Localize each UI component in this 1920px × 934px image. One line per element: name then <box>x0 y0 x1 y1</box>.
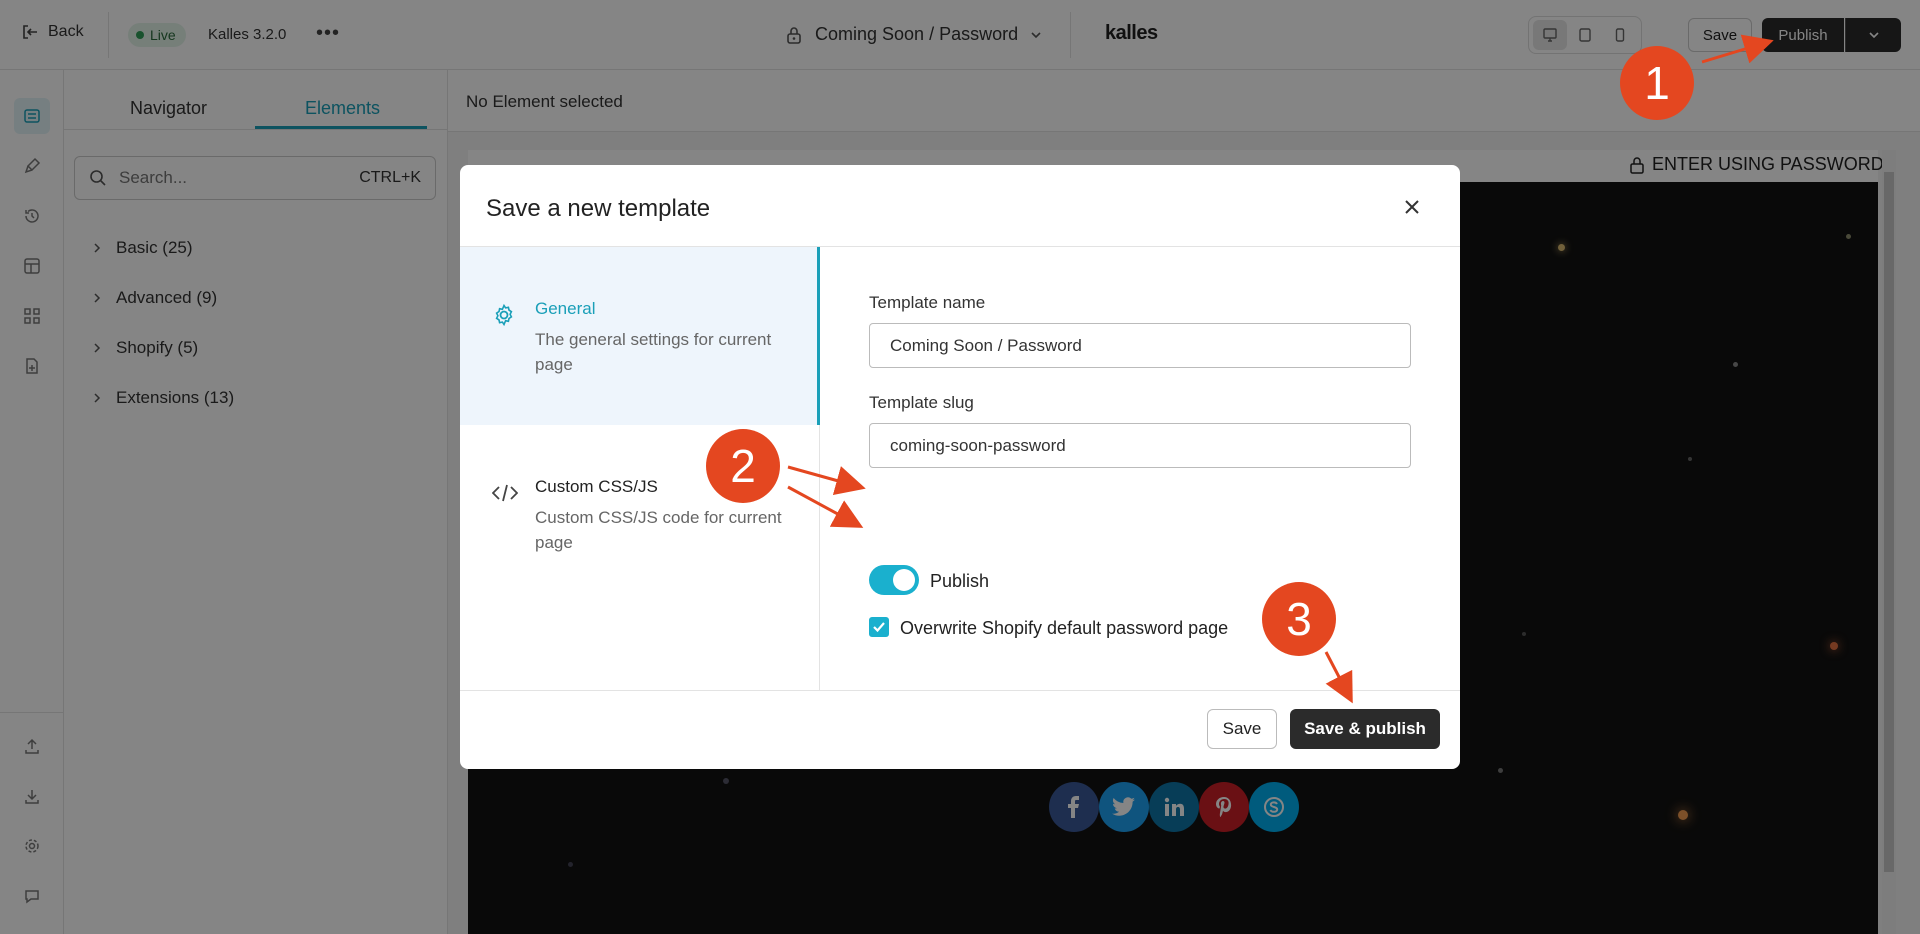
save-template-dialog: Save a new template General The general … <box>460 165 1460 769</box>
close-icon <box>1405 200 1419 214</box>
step-3-badge: 3 <box>1262 582 1336 656</box>
general-settings-form: Template name Template slug Publish Over… <box>820 247 1460 690</box>
publish-toggle-label: Publish <box>930 571 990 591</box>
code-icon <box>492 484 518 502</box>
checkmark-icon <box>873 622 885 633</box>
nav-custom-title: Custom CSS/JS <box>535 477 658 496</box>
toggle-knob <box>893 569 915 591</box>
overwrite-checkbox[interactable] <box>869 617 889 637</box>
template-name-input[interactable] <box>869 323 1411 368</box>
overwrite-label: Overwrite Shopify default password page <box>900 618 1229 638</box>
close-button[interactable] <box>1400 195 1424 219</box>
save-and-publish-button[interactable]: Save & publish <box>1290 709 1440 749</box>
nav-general-desc: The general settings for current page <box>535 330 772 374</box>
template-name-label: Template name <box>869 293 986 312</box>
dialog-header: Save a new template <box>460 165 1460 247</box>
template-slug-label: Template slug <box>869 393 974 412</box>
step-2-badge: 2 <box>706 429 780 503</box>
nav-general-title: General <box>535 299 596 318</box>
publish-toggle[interactable] <box>869 565 919 595</box>
template-slug-input[interactable] <box>869 423 1411 468</box>
dialog-save-button[interactable]: Save <box>1207 709 1277 749</box>
dialog-title: Save a new template <box>486 195 711 222</box>
nav-general[interactable]: General The general settings for current… <box>460 247 820 425</box>
nav-custom-desc: Custom CSS/JS code for current page <box>535 508 782 552</box>
step-1-badge: 1 <box>1620 46 1694 120</box>
gear-icon <box>495 303 513 327</box>
